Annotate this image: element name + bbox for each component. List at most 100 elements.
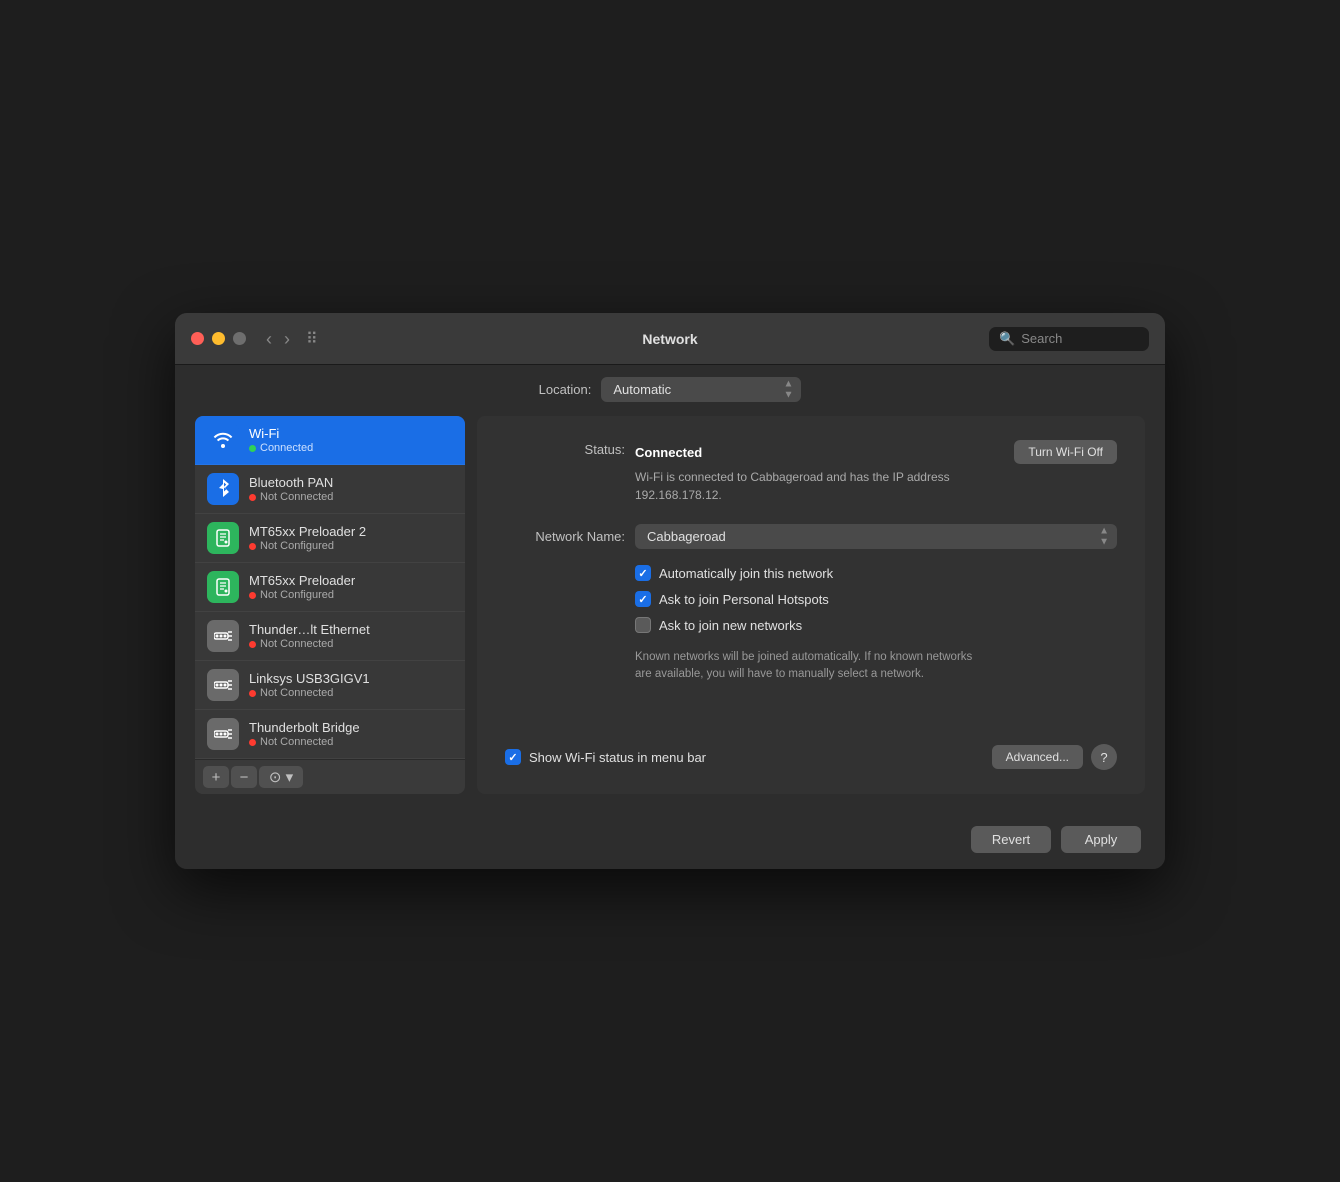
new-networks-row: Ask to join new networks	[635, 617, 1117, 633]
show-wifi-label: Show Wi-Fi status in menu bar	[529, 750, 706, 765]
window-title: Network	[642, 331, 697, 347]
bluetooth-icon	[207, 473, 239, 505]
mt65xx-icon	[207, 571, 239, 603]
wifi-status-text: Connected	[260, 442, 313, 454]
remove-network-button[interactable]: −	[231, 766, 257, 788]
maximize-button[interactable]	[233, 332, 246, 345]
mt65xx2-icon	[207, 522, 239, 554]
thunderbolt-bridge-status-text: Not Connected	[260, 736, 333, 748]
mt65xx2-status-dot	[249, 543, 256, 550]
thunderbolt-ethernet-info: Thunder…lt Ethernet Not Connected	[249, 622, 370, 650]
thunderbolt-bridge-name: Thunderbolt Bridge	[249, 720, 360, 735]
sidebar-list: Wi-Fi Connected Blue	[195, 416, 465, 759]
location-row: Location: Automatic Home Work ▲ ▼	[175, 365, 1165, 416]
network-name-row: Network Name: Cabbageroad ▲ ▼	[505, 524, 1117, 549]
mt65xx-status-dot	[249, 592, 256, 599]
thunderbolt-ethernet-status-text: Not Connected	[260, 638, 333, 650]
personal-hotspot-checkbox[interactable]: ✓	[635, 591, 651, 607]
location-select-wrapper: Automatic Home Work ▲ ▼	[601, 377, 801, 402]
sidebar-item-wifi[interactable]: Wi-Fi Connected	[195, 416, 465, 465]
thunderbolt-bridge-info: Thunderbolt Bridge Not Connected	[249, 720, 360, 748]
sidebar-item-mt65xx2[interactable]: MT65xx Preloader 2 Not Configured	[195, 514, 465, 563]
bluetooth-name: Bluetooth PAN	[249, 475, 333, 490]
add-network-button[interactable]: +	[203, 766, 229, 788]
sidebar-item-bluetooth[interactable]: Bluetooth PAN Not Connected	[195, 465, 465, 514]
forward-button[interactable]: ›	[280, 328, 294, 350]
sidebar-item-mt65xx[interactable]: MT65xx Preloader Not Configured	[195, 563, 465, 612]
location-select[interactable]: Automatic Home Work	[601, 377, 801, 402]
main-content: Wi-Fi Connected Blue	[175, 416, 1165, 814]
wifi-info: Wi-Fi Connected	[249, 426, 313, 454]
hint-text: Known networks will be joined automatica…	[635, 649, 975, 684]
help-button[interactable]: ?	[1091, 744, 1117, 770]
new-networks-checkbox[interactable]	[635, 617, 651, 633]
personal-hotspot-label: Ask to join Personal Hotspots	[659, 592, 829, 607]
titlebar: ‹ › ⠿ Network 🔍	[175, 313, 1165, 365]
search-box[interactable]: 🔍	[989, 327, 1149, 351]
show-wifi-checkmark: ✓	[508, 751, 517, 764]
network-name-select[interactable]: Cabbageroad	[635, 524, 1117, 549]
mt65xx-name: MT65xx Preloader	[249, 573, 355, 588]
sidebar-item-thunderbolt-ethernet[interactable]: Thunder…lt Ethernet Not Connected	[195, 612, 465, 661]
bluetooth-info: Bluetooth PAN Not Connected	[249, 475, 333, 503]
thunderbolt-bridge-icon	[207, 718, 239, 750]
auto-join-row: ✓ Automatically join this network	[635, 565, 1117, 581]
bottom-actions-row: ✓ Show Wi-Fi status in menu bar Advanced…	[505, 744, 1117, 770]
wifi-status-dot	[249, 445, 256, 452]
more-options-button[interactable]: ⊙ ▾	[259, 766, 303, 788]
revert-button[interactable]: Revert	[971, 826, 1051, 853]
auto-join-label: Automatically join this network	[659, 566, 833, 581]
new-networks-label: Ask to join new networks	[659, 618, 802, 633]
mt65xx2-info: MT65xx Preloader 2 Not Configured	[249, 524, 366, 552]
location-label: Location:	[539, 382, 592, 397]
personal-hotspot-row: ✓ Ask to join Personal Hotspots	[635, 591, 1117, 607]
linksys-status: Not Connected	[249, 687, 370, 699]
thunderbolt-ethernet-name: Thunder…lt Ethernet	[249, 622, 370, 637]
close-button[interactable]	[191, 332, 204, 345]
status-row: Status: Connected Turn Wi-Fi Off Wi-Fi i…	[505, 440, 1117, 504]
personal-hotspot-checkmark: ✓	[638, 593, 647, 606]
status-label: Status:	[505, 440, 625, 457]
mt65xx2-name: MT65xx Preloader 2	[249, 524, 366, 539]
show-wifi-checkbox[interactable]: ✓	[505, 749, 521, 765]
network-name-label: Network Name:	[505, 529, 625, 544]
linksys-status-dot	[249, 690, 256, 697]
wifi-icon	[207, 424, 239, 456]
checkboxes-section: ✓ Automatically join this network ✓ Ask …	[635, 565, 1117, 633]
search-input[interactable]	[1021, 331, 1139, 346]
grid-button[interactable]: ⠿	[302, 327, 322, 351]
status-connected-row: Connected Turn Wi-Fi Off	[635, 440, 1117, 464]
linksys-status-text: Not Connected	[260, 687, 333, 699]
mt65xx2-status: Not Configured	[249, 540, 366, 552]
more-icon: ⊙ ▾	[269, 770, 293, 785]
status-description: Wi-Fi is connected to Cabbageroad and ha…	[635, 468, 955, 504]
wifi-name: Wi-Fi	[249, 426, 313, 441]
thunderbolt-ethernet-status-dot	[249, 641, 256, 648]
show-wifi-row: ✓ Show Wi-Fi status in menu bar	[505, 749, 706, 765]
turn-wifi-off-button[interactable]: Turn Wi-Fi Off	[1014, 440, 1117, 464]
status-connected-text: Connected	[635, 445, 702, 460]
search-icon: 🔍	[999, 331, 1015, 347]
sidebar-footer: + − ⊙ ▾	[195, 759, 465, 794]
apply-button[interactable]: Apply	[1061, 826, 1141, 853]
window-bottom: Revert Apply	[175, 814, 1165, 869]
sidebar-item-linksys[interactable]: Linksys USB3GIGV1 Not Connected	[195, 661, 465, 710]
nav-buttons: ‹ ›	[262, 328, 294, 350]
thunderbolt-bridge-status: Not Connected	[249, 736, 360, 748]
minimize-button[interactable]	[212, 332, 225, 345]
auto-join-checkmark: ✓	[638, 567, 647, 580]
status-value-col: Connected Turn Wi-Fi Off Wi-Fi is connec…	[635, 440, 1117, 504]
network-name-select-wrapper: Cabbageroad ▲ ▼	[635, 524, 1117, 549]
wifi-status: Connected	[249, 442, 313, 454]
linksys-info: Linksys USB3GIGV1 Not Connected	[249, 671, 370, 699]
mt65xx-status: Not Configured	[249, 589, 355, 601]
bottom-right-buttons: Advanced... ?	[992, 744, 1117, 770]
thunderbolt-ethernet-status: Not Connected	[249, 638, 370, 650]
back-button[interactable]: ‹	[262, 328, 276, 350]
mt65xx-status-text: Not Configured	[260, 589, 334, 601]
auto-join-checkbox[interactable]: ✓	[635, 565, 651, 581]
sidebar-item-thunderbolt-bridge[interactable]: Thunderbolt Bridge Not Connected	[195, 710, 465, 759]
bluetooth-status-dot	[249, 494, 256, 501]
mt65xx-info: MT65xx Preloader Not Configured	[249, 573, 355, 601]
advanced-button[interactable]: Advanced...	[992, 745, 1083, 769]
